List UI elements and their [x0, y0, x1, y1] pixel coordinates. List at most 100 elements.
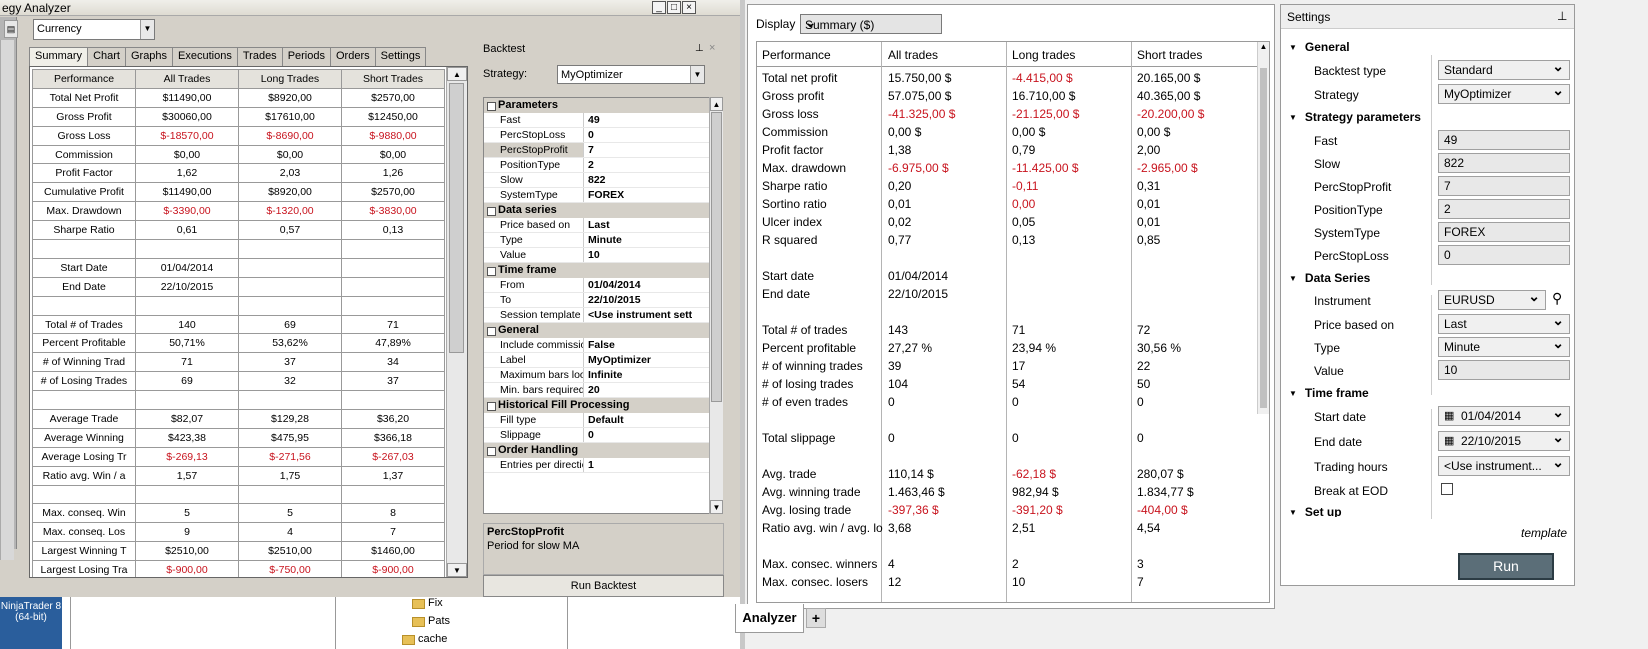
row-label[interactable]: Max. conseq. Los	[32, 522, 136, 543]
table-cell[interactable]: 53,62%	[238, 333, 342, 354]
search-icon[interactable]: ⚲	[1552, 290, 1562, 307]
row-label[interactable]: Gross Loss	[32, 125, 136, 146]
table-cell[interactable]: $-18570,00	[135, 125, 239, 146]
table-cell[interactable]: $-8690,00	[238, 125, 342, 146]
run-backtest-button[interactable]: Run Backtest	[483, 575, 724, 597]
column-header[interactable]: All trades	[888, 48, 938, 62]
property-value[interactable]: 22/10/2015	[584, 293, 702, 307]
template-label[interactable]: template	[1521, 526, 1567, 540]
column-header[interactable]: Short Trades	[341, 69, 445, 89]
table-cell[interactable]: $0,00	[135, 144, 239, 165]
table-cell[interactable]: 2,03	[238, 163, 342, 184]
add-tab-button[interactable]: +	[806, 608, 826, 628]
table-cell[interactable]	[135, 390, 239, 411]
scroll-thumb[interactable]	[449, 83, 464, 353]
group-general[interactable]: General	[1289, 40, 1350, 54]
column-header[interactable]: Performance	[762, 48, 831, 62]
table-cell[interactable]: $-9880,00	[341, 125, 445, 146]
table-cell[interactable]: 50,71%	[135, 333, 239, 354]
property-value[interactable]: Infinite	[584, 368, 702, 382]
scroll-down-icon[interactable]: ▼	[710, 500, 723, 514]
row-label[interactable]: End Date	[32, 276, 136, 297]
row-label[interactable]: Ratio avg. Win / a	[32, 465, 136, 486]
row-label[interactable]: Sharpe Ratio	[32, 220, 136, 241]
table-cell[interactable]: 0,57	[238, 220, 342, 241]
chevron-down-icon[interactable]: ▼	[140, 20, 154, 39]
property-value[interactable]: 20	[584, 383, 702, 397]
table-cell[interactable]	[341, 276, 445, 297]
table-cell[interactable]	[341, 390, 445, 411]
calendar-icon[interactable]: ▦	[1444, 409, 1454, 422]
table-cell[interactable]: $2570,00	[341, 182, 445, 203]
property-section-header[interactable]: Data series	[484, 203, 720, 218]
row-label[interactable]: Start Date	[32, 257, 136, 278]
table-cell[interactable]: $366,18	[341, 427, 445, 448]
table-cell[interactable]	[135, 239, 239, 259]
property-value[interactable]: Last	[584, 218, 702, 232]
table-cell[interactable]: $2510,00	[135, 541, 239, 562]
table-cell[interactable]: $129,28	[238, 409, 342, 429]
table-cell[interactable]: $0,00	[341, 144, 445, 165]
row-label[interactable]: Profit Factor	[32, 163, 136, 184]
table-cell[interactable]: 69	[238, 314, 342, 335]
table-cell[interactable]: 0,13	[341, 220, 445, 241]
table-cell[interactable]: 1,57	[135, 465, 239, 486]
row-label[interactable]: Total # of Trades	[32, 314, 136, 335]
minimize-icon[interactable]: _	[652, 1, 666, 14]
slow-input[interactable]: 822	[1438, 153, 1570, 173]
pin-icon[interactable]: ⊥	[1557, 9, 1567, 23]
run-button[interactable]: Run	[1458, 553, 1554, 580]
property-value[interactable]: <Use instrument sett	[584, 308, 702, 322]
close-icon[interactable]: ×	[682, 1, 696, 14]
table-cell[interactable]	[341, 295, 445, 316]
tab-graphs[interactable]: Graphs	[124, 47, 174, 66]
property-row[interactable]: From 01/04/2014	[484, 278, 720, 293]
table-cell[interactable]: $30060,00	[135, 106, 239, 127]
row-label[interactable]: Gross Profit	[32, 106, 136, 127]
row-label[interactable]: Max. Drawdown	[32, 201, 136, 222]
table-cell[interactable]: 1,62	[135, 163, 239, 184]
table-cell[interactable]	[341, 484, 445, 505]
property-section-header[interactable]: General	[484, 323, 720, 338]
row-label[interactable]: Average Trade	[32, 409, 136, 429]
row-label[interactable]: Average Losing Tr	[32, 446, 136, 467]
table-cell[interactable]: $82,07	[135, 409, 239, 429]
strategy-dropdown[interactable]: MyOptimizer ▼	[557, 65, 705, 84]
table-cell[interactable]: $-1320,00	[238, 201, 342, 222]
tab-periods[interactable]: Periods	[281, 47, 331, 66]
property-row[interactable]: Fill type Default	[484, 413, 720, 428]
table-cell[interactable]: 1,37	[341, 465, 445, 486]
property-value[interactable]: FOREX	[584, 188, 702, 202]
row-label[interactable]: Percent Profitable	[32, 333, 136, 354]
property-row[interactable]: Type Minute	[484, 233, 720, 248]
table-cell[interactable]: 01/04/2014	[135, 257, 239, 278]
fast-input[interactable]: 49	[1438, 130, 1570, 150]
tab-summary[interactable]: Summary	[29, 47, 89, 67]
pin-icon[interactable]: ⊥	[695, 43, 704, 54]
property-value[interactable]: 2	[584, 158, 702, 172]
row-label[interactable]: Cumulative Profit	[32, 182, 136, 203]
maximize-icon[interactable]: □	[667, 1, 681, 14]
property-row[interactable]: PositionType 2	[484, 158, 720, 173]
row-label[interactable]: Largest Winning T	[32, 541, 136, 562]
ninjatrader-taskbar-item[interactable]: NinjaTrader 8 (64-bit)	[0, 597, 62, 649]
table-cell[interactable]: $1460,00	[341, 541, 445, 562]
table-cell[interactable]: $-3830,00	[341, 201, 445, 222]
table-cell[interactable]	[238, 295, 342, 316]
display-dropdown[interactable]: Summary ($) ⌄	[800, 14, 942, 34]
table-cell[interactable]: 69	[135, 371, 239, 392]
table-cell[interactable]: $-900,00	[341, 560, 445, 577]
row-label[interactable]: Average Winning	[32, 427, 136, 448]
column-header[interactable]: Short trades	[1137, 48, 1202, 62]
row-label[interactable]	[32, 295, 136, 316]
table-cell[interactable]: 4	[238, 522, 342, 543]
scroll-thumb[interactable]	[711, 112, 722, 402]
table-cell[interactable]	[238, 390, 342, 411]
property-row[interactable]: Price based on Last	[484, 218, 720, 233]
table-cell[interactable]: $11490,00	[135, 182, 239, 203]
property-section-header[interactable]: Historical Fill Processing	[484, 398, 720, 413]
settings-scrollbar[interactable]	[1577, 29, 1589, 329]
tab-orders[interactable]: Orders	[329, 47, 376, 66]
property-value[interactable]: 1	[584, 458, 702, 472]
property-value[interactable]: Minute	[584, 233, 702, 247]
